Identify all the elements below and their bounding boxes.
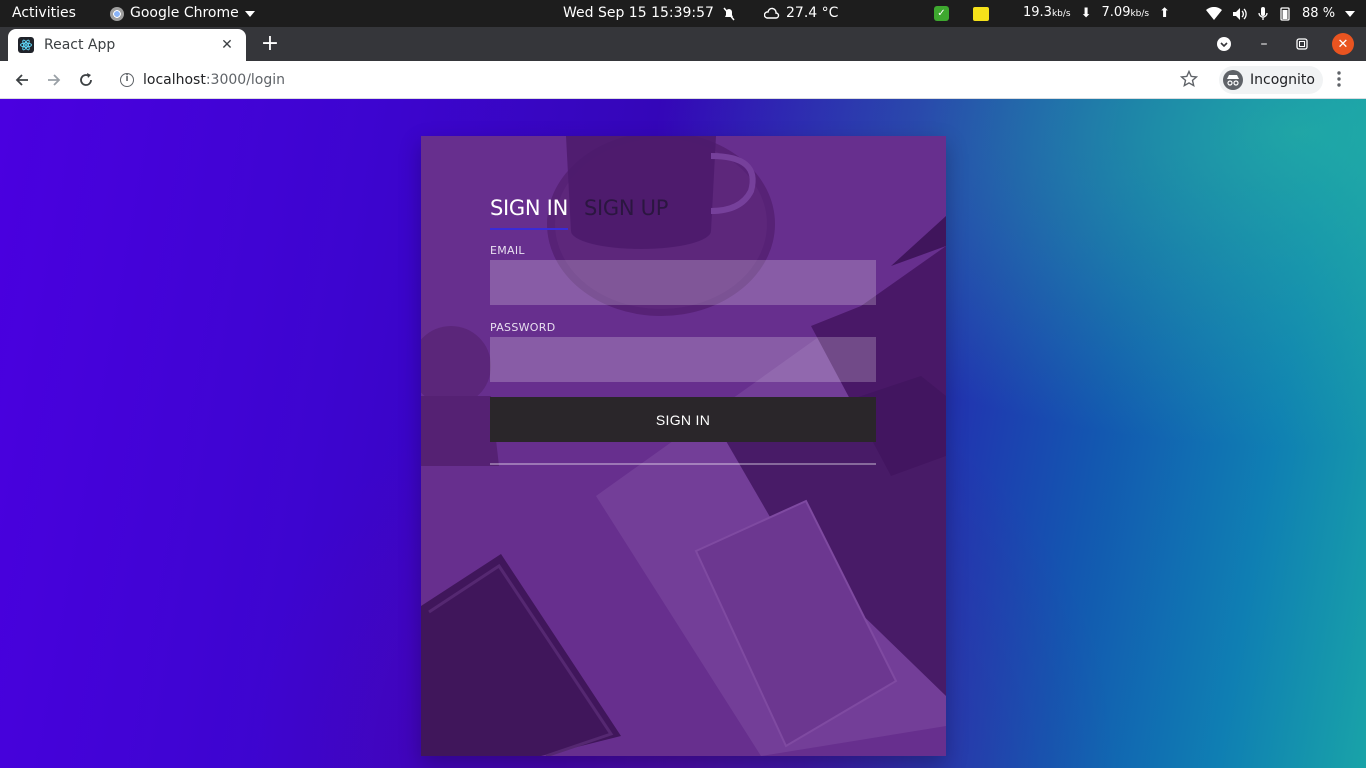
address-bar[interactable]: i localhost:3000/login [108,65,1210,95]
browser-tab-strip: React App ✕ + – ✕ [0,27,1366,61]
close-window-button[interactable]: ✕ [1332,33,1354,55]
restore-icon [1296,38,1308,50]
url-text: localhost:3000/login [143,72,286,88]
battery-icon[interactable] [1278,6,1292,21]
page-background: SIGN IN SIGN UP EMAIL PASSWORD SIGN IN [0,99,1366,768]
battery-percent: 88 % [1302,6,1336,21]
new-tab-button[interactable]: + [259,31,281,57]
incognito-label: Incognito [1250,72,1315,88]
network-speed-down: 19.3kb/s [1023,5,1071,20]
reload-button[interactable] [73,67,99,93]
chrome-icon [110,6,124,21]
clock[interactable]: Wed Sep 15 15:39:57 [563,0,736,27]
tab-sign-up[interactable]: SIGN UP [584,196,668,220]
minimize-button[interactable]: – [1254,33,1274,55]
form-divider [490,463,876,465]
sign-in-button[interactable]: SIGN IN [490,397,876,442]
forward-button[interactable] [41,67,67,93]
password-field[interactable] [490,337,876,382]
browser-toolbar: i localhost:3000/login Incognito [0,61,1366,99]
weather-text: 27.4 °C [786,5,839,21]
activities-button[interactable]: Activities [12,0,76,27]
app-menu[interactable]: Google Chrome [110,0,255,27]
app-name: Google Chrome [130,5,239,21]
microphone-icon[interactable] [1258,6,1268,21]
email-field[interactable] [490,260,876,305]
more-options-icon[interactable] [1336,70,1342,88]
browser-tab[interactable]: React App ✕ [8,29,246,61]
email-label: EMAIL [490,244,525,257]
tab-search-button[interactable] [1214,33,1234,55]
reload-icon [80,73,92,86]
tab-sign-in[interactable]: SIGN IN [490,196,568,230]
notes-app-icon[interactable] [973,6,989,21]
arrow-right-icon [48,74,61,86]
restore-button[interactable] [1294,33,1310,55]
login-card: SIGN IN SIGN UP EMAIL PASSWORD SIGN IN [421,136,946,756]
arrow-up-icon: ⬆ [1159,6,1171,21]
bookmark-star-icon[interactable] [1180,70,1198,88]
arrow-left-icon [15,74,28,86]
system-tray: ✓ 19.3kb/s ⬇ 7.09kb/s ⬆ 88 % [934,0,1356,27]
volume-icon[interactable] [1232,7,1248,21]
network-speed-up: 7.09kb/s [1101,5,1150,20]
datetime: Wed Sep 15 15:39:57 [563,5,714,21]
weather-indicator[interactable]: 27.4 °C [764,0,838,27]
incognito-icon [1223,70,1243,90]
chevron-down-icon [244,10,255,17]
password-label: PASSWORD [490,321,556,334]
weather-cloud-icon [764,7,780,19]
chevron-down-circle-icon [1217,37,1231,51]
site-info-icon[interactable]: i [120,73,134,87]
tab-title: React App [44,37,116,53]
login-form: SIGN IN SIGN UP EMAIL PASSWORD SIGN IN [490,196,876,465]
back-button[interactable] [9,67,35,93]
security-shield-icon[interactable]: ✓ [934,6,949,21]
system-menu-chevron-icon[interactable] [1345,10,1356,17]
auth-tabs: SIGN IN SIGN UP [490,196,876,234]
arrow-down-icon: ⬇ [1080,6,1092,21]
system-top-bar: Activities Google Chrome Wed Sep 15 15:3… [0,0,1366,27]
wifi-icon[interactable] [1206,6,1223,21]
close-tab-icon[interactable]: ✕ [218,37,236,53]
incognito-indicator[interactable]: Incognito [1219,66,1323,94]
react-favicon-icon [18,37,34,53]
notifications-off-icon [723,7,735,20]
